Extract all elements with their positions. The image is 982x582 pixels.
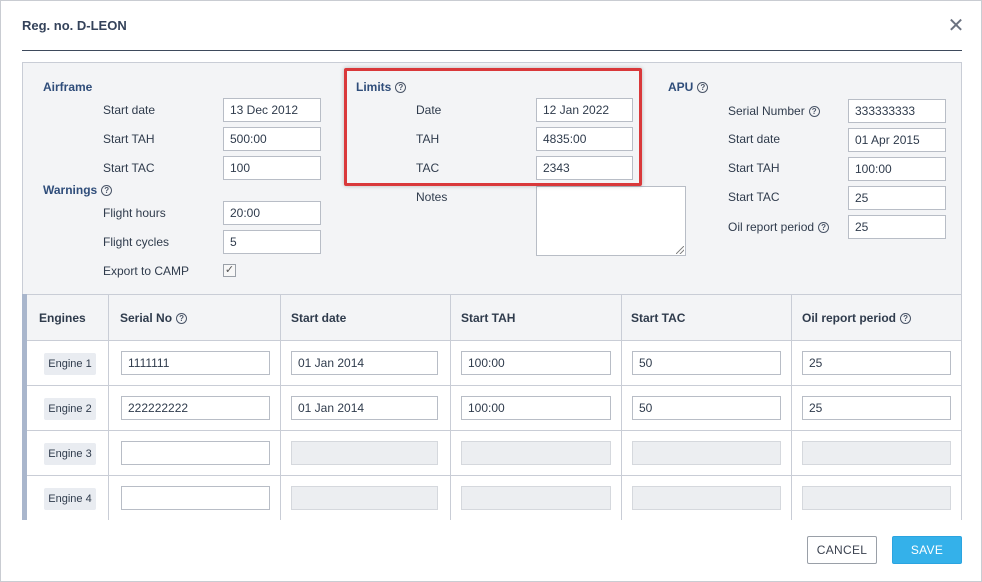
airframe-start-tah-label: Start TAH bbox=[103, 132, 155, 146]
flight-hours-input[interactable]: 20:00 bbox=[223, 201, 321, 225]
apu-heading-text: APU bbox=[668, 80, 694, 94]
column-divider bbox=[791, 294, 792, 520]
limits-heading-text: Limits bbox=[356, 80, 392, 94]
apu-start-tah-label: Start TAH bbox=[728, 161, 780, 175]
close-icon[interactable]: ✕ bbox=[945, 15, 967, 37]
apu-start-date-label: Start date bbox=[728, 132, 781, 146]
engine-start-tac-input[interactable]: 50 bbox=[632, 351, 781, 375]
table-header-row: Engines Serial No? Start date Start TAH … bbox=[27, 294, 962, 340]
engine-serial-input[interactable] bbox=[121, 486, 270, 510]
apu-serial-label: Serial Number? bbox=[728, 104, 820, 118]
vehicle-settings-dialog: Reg. no. D-LEON ✕ Airframe Start date 13… bbox=[0, 0, 982, 582]
export-to-camp-checkbox[interactable]: ✓ bbox=[223, 264, 236, 277]
apu-start-tah-input[interactable]: 100:00 bbox=[848, 157, 946, 181]
apu-start-tac-input[interactable]: 25 bbox=[848, 186, 946, 210]
col-header-start-date: Start date bbox=[291, 311, 347, 325]
help-icon[interactable]: ? bbox=[101, 185, 113, 196]
table-row: Engine 1 1111111 01 Jan 2014 100:00 50 2… bbox=[27, 340, 962, 385]
resize-grip-icon[interactable] bbox=[676, 246, 684, 254]
airframe-start-tac-input[interactable]: 100 bbox=[223, 156, 321, 180]
flight-cycles-input[interactable]: 5 bbox=[223, 230, 321, 254]
airframe-start-date-input[interactable]: 13 Dec 2012 bbox=[223, 98, 321, 122]
limits-tah-input[interactable]: 4835:00 bbox=[536, 127, 633, 151]
apu-serial-label-text: Serial Number bbox=[728, 104, 805, 118]
help-icon[interactable]: ? bbox=[900, 313, 912, 324]
save-button[interactable]: SAVE bbox=[892, 536, 962, 564]
engine-badge: Engine 1 bbox=[44, 353, 96, 375]
col-header-start-tac: Start TAC bbox=[631, 311, 686, 325]
apu-oil-label: Oil report period? bbox=[728, 220, 830, 234]
table-row: Engine 3 bbox=[27, 430, 962, 475]
engine-badge: Engine 3 bbox=[44, 443, 96, 465]
limits-tac-label: TAC bbox=[416, 161, 440, 175]
apu-heading: APU? bbox=[668, 80, 709, 94]
engine-start-tac-input bbox=[632, 486, 781, 510]
cancel-button[interactable]: CANCEL bbox=[807, 536, 877, 564]
column-divider bbox=[280, 294, 281, 520]
engine-badge: Engine 4 bbox=[44, 488, 96, 510]
title-divider bbox=[22, 50, 962, 51]
engine-serial-input[interactable]: 1111111 bbox=[121, 351, 270, 375]
airframe-heading: Airframe bbox=[43, 80, 93, 94]
apu-serial-input[interactable]: 333333333 bbox=[848, 99, 946, 123]
warnings-heading: Warnings? bbox=[43, 183, 113, 197]
limits-tac-input[interactable]: 2343 bbox=[536, 156, 633, 180]
engine-oil-input[interactable]: 25 bbox=[802, 351, 951, 375]
airframe-start-tac-label: Start TAC bbox=[103, 161, 155, 175]
col-header-serial-text: Serial No bbox=[120, 311, 173, 325]
apu-oil-input[interactable]: 25 bbox=[848, 215, 946, 239]
help-icon[interactable]: ? bbox=[395, 82, 407, 93]
engine-start-date-input bbox=[291, 486, 438, 510]
engine-start-tah-input bbox=[461, 441, 611, 465]
checkmark-icon: ✓ bbox=[224, 264, 235, 276]
airframe-start-date-label: Start date bbox=[103, 103, 156, 117]
help-icon[interactable]: ? bbox=[176, 313, 188, 324]
flight-cycles-label: Flight cycles bbox=[103, 235, 170, 249]
engine-start-tah-input bbox=[461, 486, 611, 510]
engine-start-tac-input bbox=[632, 441, 781, 465]
help-icon[interactable]: ? bbox=[808, 106, 820, 117]
limits-tah-label: TAH bbox=[416, 132, 440, 146]
engine-start-date-input bbox=[291, 441, 438, 465]
table-row: Engine 2 222222222 01 Jan 2014 100:00 50… bbox=[27, 385, 962, 430]
engine-serial-input[interactable] bbox=[121, 441, 270, 465]
limits-heading: Limits? bbox=[356, 80, 407, 94]
column-divider bbox=[108, 294, 109, 520]
col-header-oil: Oil report period? bbox=[802, 311, 912, 325]
engine-start-tac-input[interactable]: 50 bbox=[632, 396, 781, 420]
engine-start-date-input[interactable]: 01 Jan 2014 bbox=[291, 396, 438, 420]
engine-badge: Engine 2 bbox=[44, 398, 96, 420]
export-to-camp-label: Export to CAMP bbox=[103, 264, 190, 278]
engine-oil-input bbox=[802, 486, 951, 510]
flight-hours-label: Flight hours bbox=[103, 206, 166, 220]
notes-textarea[interactable] bbox=[536, 186, 686, 256]
engine-start-tah-input[interactable]: 100:00 bbox=[461, 351, 611, 375]
engines-table: Engines Serial No? Start date Start TAH … bbox=[22, 294, 962, 520]
help-icon[interactable]: ? bbox=[818, 222, 830, 233]
dialog-title: Reg. no. D-LEON bbox=[22, 18, 127, 33]
apu-start-date-input[interactable]: 01 Apr 2015 bbox=[848, 128, 946, 152]
column-divider bbox=[961, 294, 962, 520]
column-divider bbox=[450, 294, 451, 520]
notes-label: Notes bbox=[416, 190, 448, 204]
column-divider bbox=[621, 294, 622, 520]
table-row: Engine 4 bbox=[27, 475, 962, 520]
apu-start-tac-label: Start TAC bbox=[728, 190, 780, 204]
engine-oil-input bbox=[802, 441, 951, 465]
engine-start-date-input[interactable]: 01 Jan 2014 bbox=[291, 351, 438, 375]
warnings-heading-text: Warnings bbox=[43, 183, 98, 197]
engine-oil-input[interactable]: 25 bbox=[802, 396, 951, 420]
engine-serial-input[interactable]: 222222222 bbox=[121, 396, 270, 420]
col-header-oil-text: Oil report period bbox=[802, 311, 897, 325]
limits-date-input[interactable]: 12 Jan 2022 bbox=[536, 98, 633, 122]
airframe-start-tah-input[interactable]: 500:00 bbox=[223, 127, 321, 151]
apu-oil-label-text: Oil report period bbox=[728, 220, 815, 234]
engine-start-tah-input[interactable]: 100:00 bbox=[461, 396, 611, 420]
col-header-serial: Serial No? bbox=[120, 311, 188, 325]
limits-date-label: Date bbox=[416, 103, 442, 117]
col-header-engines: Engines bbox=[39, 311, 86, 325]
col-header-start-tah: Start TAH bbox=[461, 311, 516, 325]
help-icon[interactable]: ? bbox=[697, 82, 709, 93]
